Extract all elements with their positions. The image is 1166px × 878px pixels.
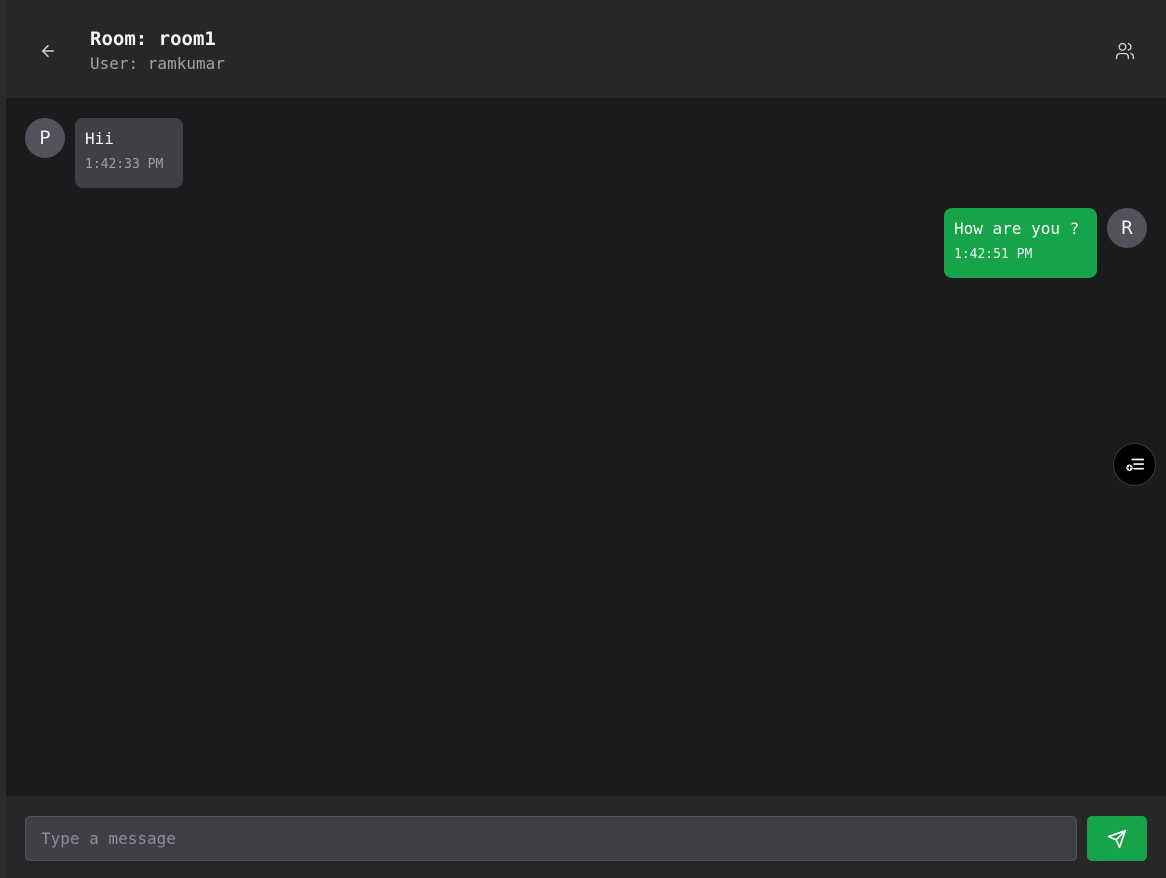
avatar: R (1107, 208, 1147, 248)
message-bubble: Hii 1:42:33 PM (75, 118, 183, 188)
send-button[interactable] (1087, 816, 1147, 861)
send-icon (1107, 829, 1127, 848)
message-input[interactable] (25, 816, 1077, 861)
floating-action-button[interactable] (1113, 443, 1156, 486)
composer (6, 796, 1166, 878)
arrow-left-icon (42, 45, 54, 57)
message-bubble: How are you ? 1:42:51 PM (944, 208, 1097, 278)
message-list: P Hii 1:42:33 PM How are you ? 1:42:51 P… (6, 98, 1166, 796)
users-button[interactable] (1113, 39, 1137, 63)
message-text: How are you ? (954, 219, 1080, 238)
message-time: 1:42:33 PM (85, 157, 164, 172)
avatar: P (25, 118, 65, 158)
back-button[interactable] (36, 39, 60, 63)
message-time: 1:42:51 PM (954, 247, 1033, 262)
chat-header: Room: room1 User: ramkumar (6, 0, 1166, 98)
room-title: Room: room1 (90, 28, 216, 50)
list-add-icon (1125, 458, 1144, 471)
users-icon (1116, 42, 1134, 60)
current-user: User: ramkumar (90, 54, 225, 73)
message-text: Hii (85, 129, 114, 148)
